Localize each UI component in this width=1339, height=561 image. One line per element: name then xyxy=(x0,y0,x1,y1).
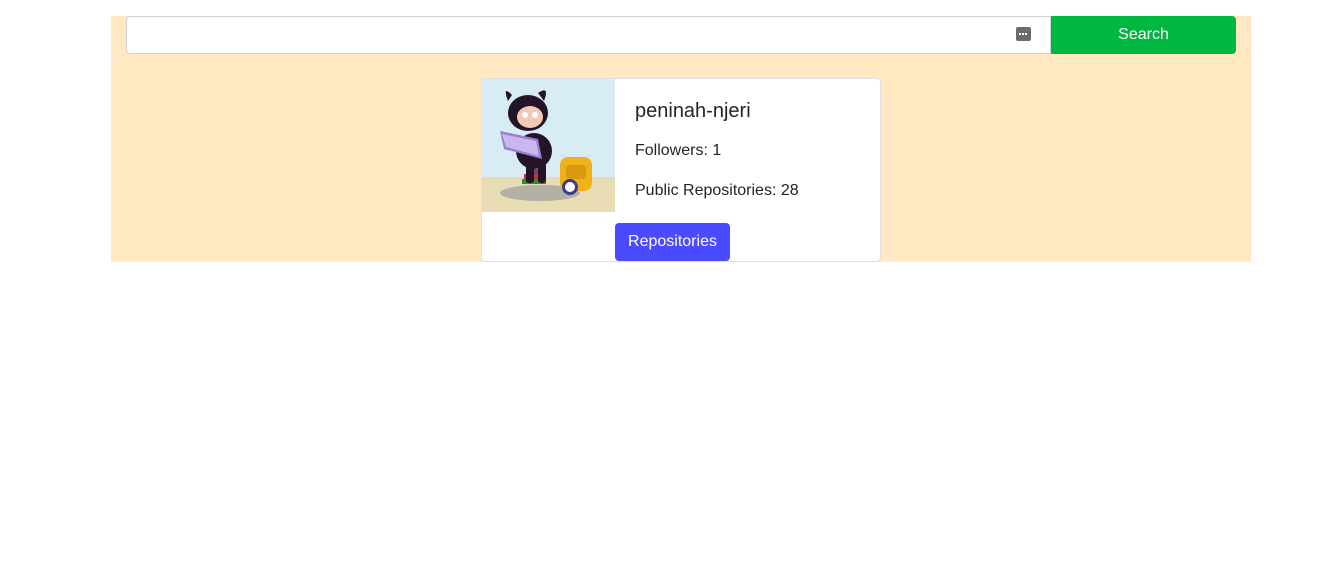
avatar xyxy=(482,79,615,212)
octocat-avatar-icon xyxy=(482,79,615,212)
public-repos-count: Public Repositories: 28 xyxy=(635,182,799,199)
followers-count: Followers: 1 xyxy=(635,142,722,159)
search-input-wrapper xyxy=(126,16,1051,54)
search-input[interactable] xyxy=(127,17,1007,53)
password-manager-icon[interactable] xyxy=(1016,27,1031,41)
search-bar: Search xyxy=(126,16,1236,54)
username: peninah-njeri xyxy=(635,100,751,122)
search-panel: Search peninah-njeri Followers: 1 Public… xyxy=(111,16,1251,262)
profile-card: peninah-njeri Followers: 1 Public Reposi… xyxy=(481,78,881,262)
repositories-button[interactable]: Repositories xyxy=(615,223,730,261)
search-button[interactable]: Search xyxy=(1051,16,1236,54)
